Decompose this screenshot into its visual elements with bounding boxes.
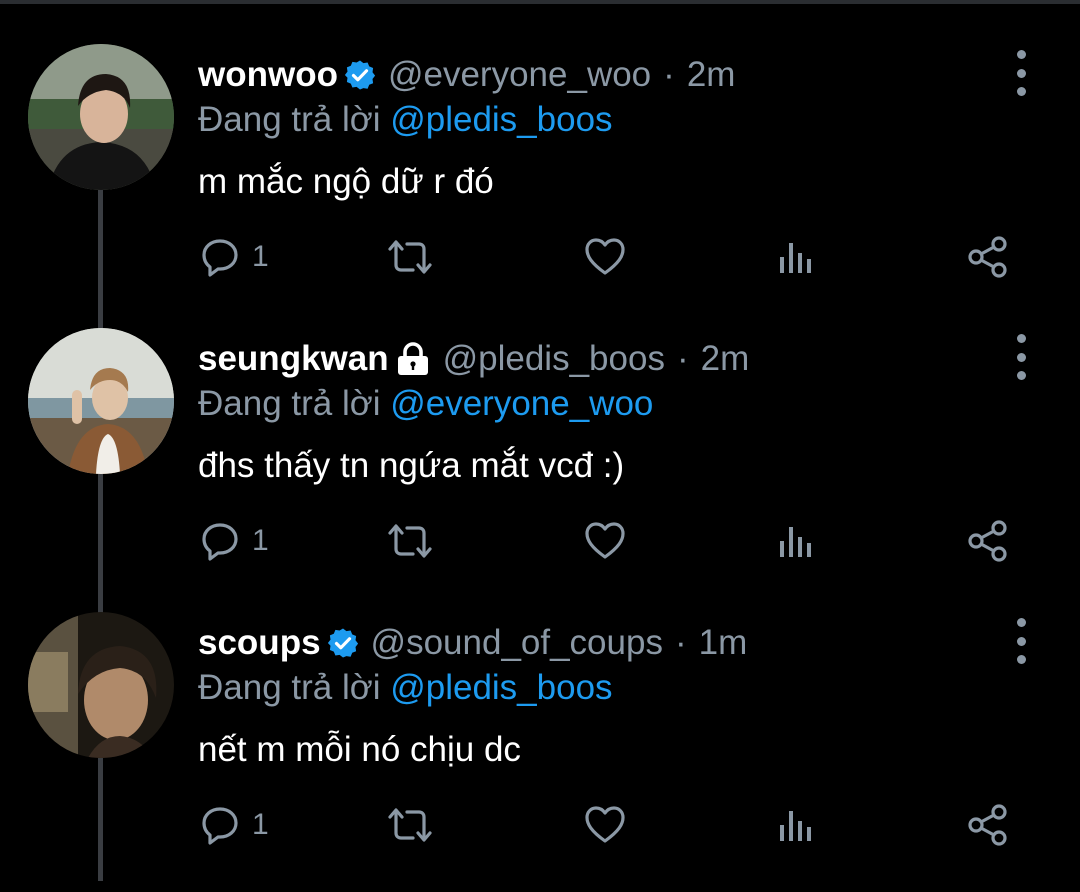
reply-count: 1	[252, 240, 269, 273]
avatar-photo	[28, 612, 174, 758]
share-button[interactable]	[966, 516, 1010, 566]
reply-button[interactable]: 1	[198, 800, 269, 850]
analytics-button[interactable]	[776, 232, 816, 282]
replying-to-mention[interactable]: @everyone_woo	[390, 384, 653, 423]
tweet[interactable]: seungkwan @pledis_boos · 2m Đang trả lời…	[0, 328, 1080, 608]
replying-to-mention[interactable]: @pledis_boos	[390, 668, 612, 707]
avatar[interactable]	[28, 612, 174, 758]
tweet-header: seungkwan @pledis_boos · 2m	[198, 334, 749, 384]
reply-icon	[202, 523, 238, 561]
like-icon	[585, 522, 625, 559]
tweet-text: m mắc ngộ dữ r đó	[198, 162, 494, 201]
timestamp[interactable]: 2m	[701, 339, 750, 379]
like-icon	[585, 806, 625, 843]
analytics-icon	[780, 243, 811, 273]
more-options-button[interactable]	[1006, 618, 1036, 664]
share-icon	[968, 804, 1007, 846]
separator-dot: ·	[663, 55, 675, 94]
tweet-actions: 1	[198, 800, 1028, 850]
analytics-icon	[780, 527, 811, 557]
tweet[interactable]: scoups @sound_of_coups · 1m Đang trả lời…	[0, 612, 1080, 892]
share-icon	[968, 236, 1007, 278]
more-options-button[interactable]	[1006, 50, 1036, 96]
user-handle[interactable]: @pledis_boos	[443, 339, 665, 379]
like-icon	[585, 238, 625, 275]
retweet-button[interactable]	[386, 800, 434, 850]
replying-prefix: Đang trả lời	[198, 100, 381, 139]
more-options-button[interactable]	[1006, 334, 1036, 380]
separator-dot: ·	[674, 623, 687, 662]
avatar[interactable]	[28, 328, 174, 474]
display-name[interactable]: wonwoo	[198, 55, 338, 95]
reply-icon	[202, 807, 238, 845]
reply-count: 1	[252, 808, 269, 841]
share-button[interactable]	[966, 232, 1010, 282]
display-name[interactable]: scoups	[198, 623, 321, 663]
retweet-icon	[388, 524, 432, 558]
retweet-button[interactable]	[386, 516, 434, 566]
reply-button[interactable]: 1	[198, 516, 269, 566]
replying-to: Đang trả lời @pledis_boos	[198, 100, 613, 140]
avatar[interactable]	[28, 44, 174, 190]
analytics-button[interactable]	[776, 516, 816, 566]
replying-to: Đang trả lời @pledis_boos	[198, 668, 613, 708]
lock-icon	[395, 342, 431, 376]
avatar-photo	[28, 328, 174, 474]
like-button[interactable]	[583, 800, 627, 850]
tweet-text: nết m mỗi nó chịu dc	[198, 730, 521, 769]
retweet-icon	[388, 240, 432, 274]
verified-badge-icon	[327, 627, 359, 659]
top-divider	[0, 0, 1080, 4]
replying-to-mention[interactable]: @pledis_boos	[390, 100, 612, 139]
reply-icon	[202, 239, 238, 277]
user-handle[interactable]: @everyone_woo	[388, 55, 651, 95]
tweet-header: scoups @sound_of_coups · 1m	[198, 618, 747, 668]
share-icon	[968, 520, 1007, 562]
like-button[interactable]	[583, 232, 627, 282]
timestamp[interactable]: 2m	[687, 55, 736, 95]
reply-count: 1	[252, 524, 269, 557]
replying-prefix: Đang trả lời	[198, 384, 381, 423]
retweet-icon	[388, 808, 432, 842]
tweet[interactable]: wonwoo @everyone_woo · 2m Đang trả lời @…	[0, 44, 1080, 324]
tweet-header: wonwoo @everyone_woo · 2m	[198, 50, 735, 100]
analytics-icon	[780, 811, 811, 841]
replying-prefix: Đang trả lời	[198, 668, 381, 707]
analytics-button[interactable]	[776, 800, 816, 850]
retweet-button[interactable]	[386, 232, 434, 282]
tweet-actions: 1	[198, 232, 1028, 282]
separator-dot: ·	[676, 339, 689, 378]
reply-button[interactable]: 1	[198, 232, 269, 282]
display-name[interactable]: seungkwan	[198, 339, 389, 379]
like-button[interactable]	[583, 516, 627, 566]
tweet-actions: 1	[198, 516, 1028, 566]
replying-to: Đang trả lời @everyone_woo	[198, 384, 653, 424]
timestamp[interactable]: 1m	[699, 623, 748, 663]
avatar-photo	[28, 44, 174, 190]
verified-badge-icon	[344, 59, 376, 91]
share-button[interactable]	[966, 800, 1010, 850]
user-handle[interactable]: @sound_of_coups	[371, 623, 663, 663]
tweet-text: đhs thấy tn ngứa mắt vcđ :)	[198, 446, 625, 485]
